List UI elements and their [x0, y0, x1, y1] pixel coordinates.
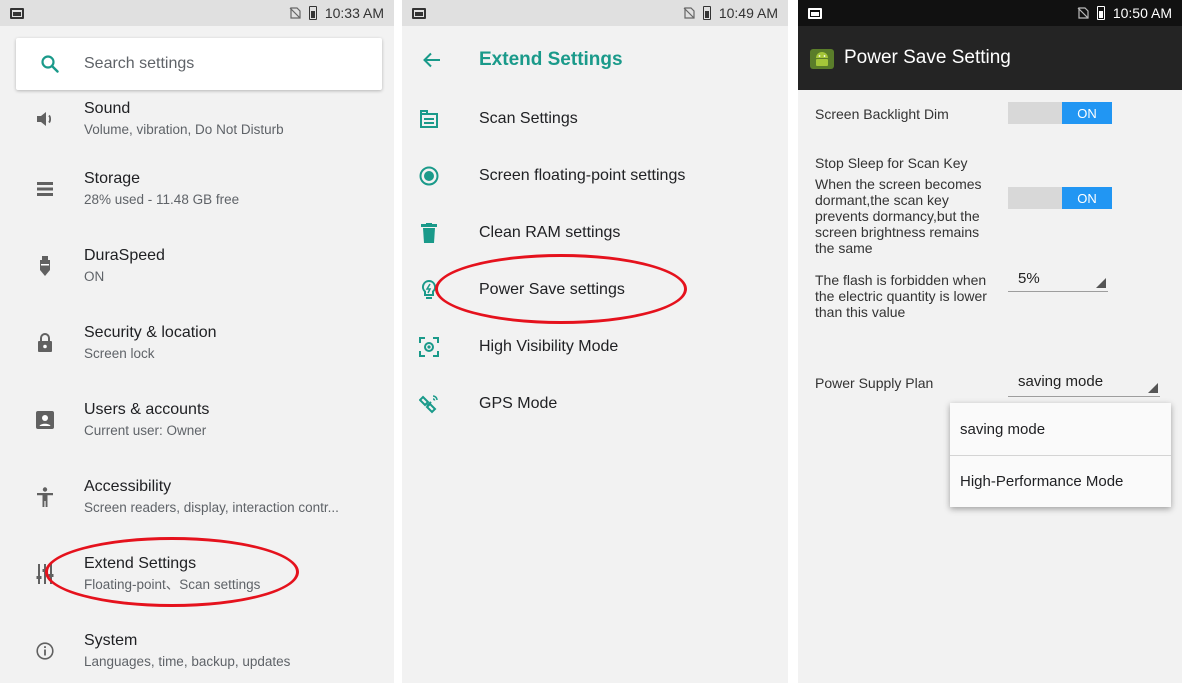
- scan-settings-label: Scan Settings: [479, 109, 578, 127]
- status-bar: 10:50 AM: [798, 0, 1182, 26]
- stop-sleep-label: Stop Sleep for Scan Key: [815, 155, 968, 171]
- storage-subtitle: 28% used - 11.48 GB free: [84, 191, 240, 207]
- settings-item-duraspeed[interactable]: DuraSpeed ON: [0, 227, 394, 304]
- image-notification-icon: [808, 7, 822, 19]
- backlight-dim-label: Screen Backlight Dim: [815, 106, 949, 122]
- users-subtitle: Current user: Owner: [84, 422, 207, 438]
- app-bar: Extend Settings: [402, 26, 788, 94]
- info-icon: [0, 641, 84, 660]
- high-visibility-label: High Visibility Mode: [479, 337, 619, 355]
- power-save-label: Power Save settings: [479, 280, 625, 298]
- sound-subtitle: Volume, vibration, Do Not Disturb: [84, 121, 284, 137]
- stop-sleep-state: ON: [1062, 187, 1112, 209]
- flash-threshold-spinner[interactable]: 5%: [1008, 270, 1108, 292]
- search-placeholder: Search settings: [84, 55, 195, 72]
- settings-item-users[interactable]: Users & accounts Current user: Owner: [0, 381, 394, 458]
- storage-icon: [0, 181, 84, 196]
- page-title: Extend Settings: [479, 49, 623, 70]
- account-icon: [0, 410, 84, 429]
- accessibility-title: Accessibility: [84, 477, 172, 495]
- volume-icon: [0, 111, 84, 127]
- visibility-icon: [402, 336, 448, 357]
- accessibility-subtitle: Screen readers, display, interaction con…: [84, 499, 339, 515]
- settings-item-storage[interactable]: Storage 28% used - 11.48 GB free: [0, 150, 394, 227]
- security-subtitle: Screen lock: [84, 345, 155, 361]
- settings-item-security[interactable]: Security & location Screen lock: [0, 304, 394, 381]
- stop-sleep-description: When the screen becomes dormant,the scan…: [815, 176, 982, 256]
- floating-point-icon: [402, 166, 448, 186]
- settings-item-accessibility[interactable]: Accessibility Screen readers, display, i…: [0, 458, 394, 535]
- settings-panel: 10:33 AM Search settings Sound Volume, v…: [0, 0, 394, 683]
- gps-icon: [402, 394, 448, 414]
- power-supply-plan-value: saving mode: [1018, 373, 1104, 390]
- status-bar: 10:33 AM: [0, 0, 394, 26]
- status-time: 10:33 AM: [324, 5, 384, 21]
- flash-forbidden-label: The flash is forbidden when the electric…: [815, 272, 987, 320]
- security-title: Security & location: [84, 323, 217, 341]
- scan-icon: [402, 109, 448, 129]
- battery-icon: [702, 6, 711, 20]
- status-bar: 10:49 AM: [402, 0, 788, 26]
- duraspeed-title: DuraSpeed: [84, 246, 165, 264]
- battery-icon: [1096, 6, 1105, 20]
- app-bar: Power Save Setting: [798, 26, 1182, 90]
- battery-icon: [308, 6, 317, 20]
- extend-settings-subtitle: Floating-point、Scan settings: [84, 576, 261, 592]
- menu-item-scan-settings[interactable]: Scan Settings: [402, 90, 788, 147]
- stop-sleep-toggle[interactable]: ON: [1008, 187, 1112, 209]
- flash-threshold-value: 5%: [1018, 270, 1040, 287]
- power-supply-plan-spinner[interactable]: saving mode: [1008, 373, 1160, 397]
- lock-icon: [0, 332, 84, 353]
- menu-item-power-save[interactable]: Power Save settings: [402, 261, 788, 318]
- gps-mode-label: GPS Mode: [479, 394, 558, 412]
- settings-list: Sound Volume, vibration, Do Not Disturb …: [0, 100, 394, 683]
- storage-title: Storage: [84, 169, 141, 187]
- extend-settings-title: Extend Settings: [84, 554, 197, 572]
- sound-title: Sound: [84, 99, 131, 117]
- settings-item-system[interactable]: System Languages, time, backup, updates: [0, 612, 394, 683]
- settings-item-extend-settings[interactable]: Extend Settings Floating-point、Scan sett…: [0, 535, 394, 612]
- accessibility-icon: [0, 486, 84, 507]
- dropdown-arrow-icon: [1148, 383, 1158, 393]
- duraspeed-subtitle: ON: [84, 268, 105, 284]
- search-icon: [16, 55, 84, 73]
- power-save-icon: [402, 279, 448, 300]
- backlight-dim-toggle[interactable]: ON: [1008, 102, 1112, 124]
- backlight-dim-state: ON: [1062, 102, 1112, 124]
- settings-item-sound[interactable]: Sound Volume, vibration, Do Not Disturb: [0, 80, 394, 157]
- option-high-performance-mode[interactable]: High-Performance Mode: [950, 455, 1171, 507]
- image-notification-icon: [10, 7, 24, 19]
- clean-ram-label: Clean RAM settings: [479, 223, 621, 241]
- page-title: Power Save Setting: [844, 47, 1011, 68]
- option-saving-mode[interactable]: saving mode: [950, 403, 1171, 455]
- back-arrow-icon[interactable]: [402, 52, 462, 68]
- floating-point-label: Screen floating-point settings: [479, 166, 686, 184]
- dropdown-arrow-icon: [1096, 278, 1106, 288]
- status-time: 10:49 AM: [718, 5, 778, 21]
- no-sim-icon: [683, 7, 695, 19]
- menu-item-gps-mode[interactable]: GPS Mode: [402, 375, 788, 432]
- no-sim-icon: [1077, 7, 1089, 19]
- duraspeed-icon: [0, 255, 84, 276]
- image-notification-icon: [412, 7, 426, 19]
- power-supply-plan-dropdown: saving mode High-Performance Mode: [950, 403, 1171, 507]
- power-supply-plan-label: Power Supply Plan: [815, 375, 934, 391]
- menu-item-clean-ram[interactable]: Clean RAM settings: [402, 204, 788, 261]
- android-logo-icon: [810, 49, 834, 69]
- trash-icon: [402, 222, 448, 243]
- extend-settings-panel: 10:49 AM Extend Settings Scan Settings S…: [402, 0, 788, 683]
- no-sim-icon: [289, 7, 301, 19]
- users-title: Users & accounts: [84, 400, 210, 418]
- menu-item-high-visibility[interactable]: High Visibility Mode: [402, 318, 788, 375]
- system-subtitle: Languages, time, backup, updates: [84, 653, 291, 669]
- menu-item-floating-point[interactable]: Screen floating-point settings: [402, 147, 788, 204]
- extend-settings-icon: [0, 563, 84, 584]
- system-title: System: [84, 631, 138, 649]
- power-save-panel: 10:50 AM Power Save Setting Screen Backl…: [798, 0, 1182, 683]
- status-time: 10:50 AM: [1112, 5, 1172, 21]
